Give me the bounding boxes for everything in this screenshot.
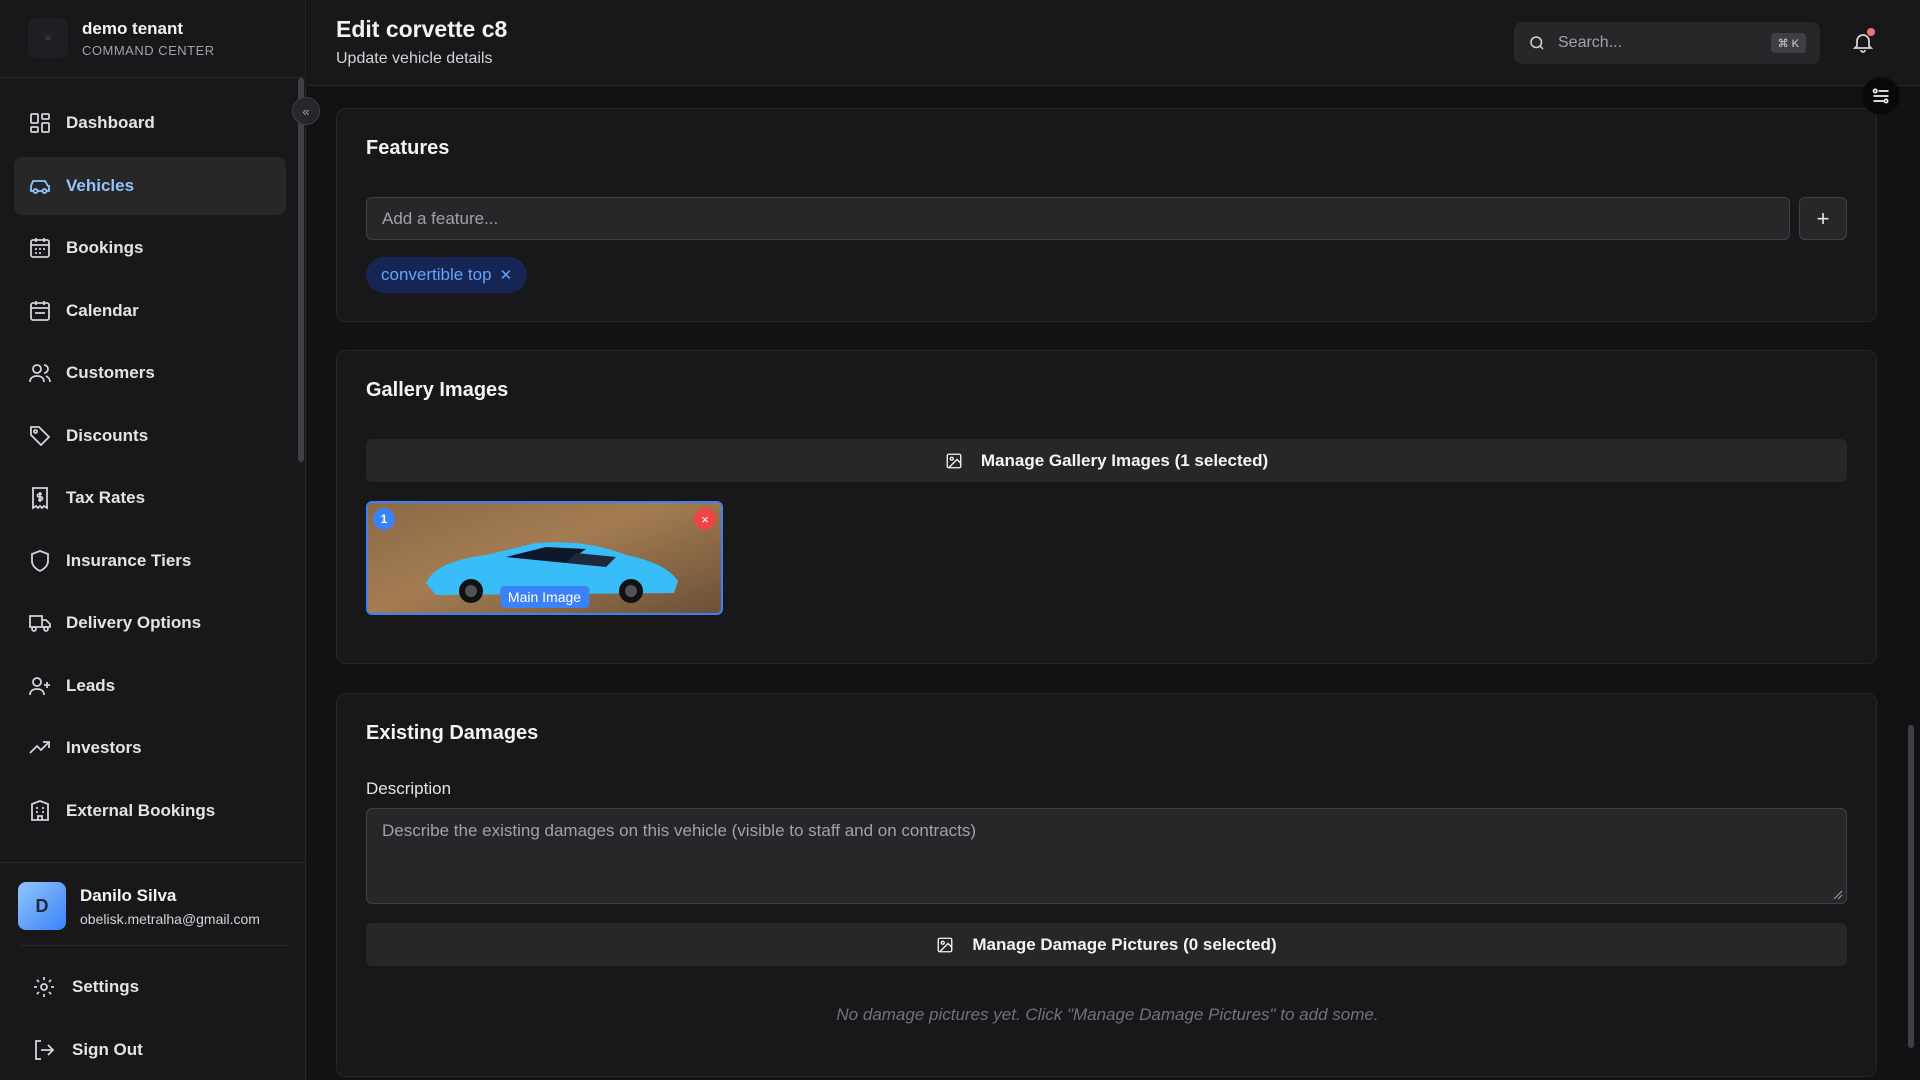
brand-logo: [28, 18, 68, 58]
sidebar-item-label: Tax Rates: [66, 488, 146, 507]
settings-label: Settings: [72, 977, 140, 996]
sidebar-item-discounts[interactable]: Discounts: [14, 407, 286, 465]
sidebar-item-insurance-tiers[interactable]: Insurance Tiers: [14, 532, 286, 590]
gallery-image[interactable]: 1 × Main Image: [366, 501, 723, 615]
remove-image-button[interactable]: ×: [694, 508, 716, 530]
image-icon: [946, 453, 962, 468]
calendar-grid-icon: [30, 238, 50, 258]
car-icon: [30, 179, 50, 194]
sidebar-item-label: External Bookings: [66, 800, 216, 820]
trending-up-icon: [29, 741, 50, 754]
divider: [0, 77, 306, 78]
collapse-sidebar-button[interactable]: «: [292, 97, 320, 125]
remove-tag-icon[interactable]: ✕: [500, 266, 513, 284]
resize-handle-icon[interactable]: [1833, 890, 1843, 900]
sidebar-item-investors[interactable]: Investors: [14, 719, 286, 777]
building-icon: [31, 799, 49, 821]
feature-tag: convertible top ✕: [366, 257, 528, 293]
avatar: D: [18, 882, 66, 930]
search-placeholder: Search...: [1558, 34, 1623, 51]
notification-badge: [1867, 28, 1875, 36]
sidebar-nav: Dashboard Vehicles Bookings Calendar Cus…: [14, 94, 286, 844]
sidebar-item-label: Dashboard: [66, 113, 155, 132]
sidebar-item-label: Customers: [66, 363, 155, 382]
gallery-title: Gallery Images: [366, 379, 509, 401]
manage-damage-pictures-button[interactable]: Manage Damage Pictures (0 selected): [366, 923, 1847, 966]
add-feature-button[interactable]: +: [1799, 197, 1847, 240]
feature-input[interactable]: Add a feature...: [366, 197, 1790, 240]
sidebar-item-delivery-options[interactable]: Delivery Options: [14, 594, 286, 652]
brand[interactable]: demo tenant COMMAND CENTER: [28, 18, 215, 58]
sidebar-item-label: Investors: [66, 738, 142, 757]
sidebar-item-label: Leads: [66, 675, 116, 695]
sidebar-item-external-bookings[interactable]: External Bookings: [14, 782, 286, 840]
manage-gallery-label: Manage Gallery Images (1 selected): [980, 450, 1269, 470]
user-profile[interactable]: D Danilo Silva obelisk.metralha@gmail.co…: [18, 882, 260, 930]
users-icon: [29, 364, 51, 383]
damage-description-placeholder: Describe the existing damages on this ve…: [382, 821, 977, 840]
page-title: Edit corvette c8: [336, 16, 508, 42]
sidebar-item-leads[interactable]: Leads: [14, 657, 286, 715]
user-name: Danilo Silva: [80, 885, 177, 905]
manage-gallery-button[interactable]: Manage Gallery Images (1 selected): [366, 439, 1847, 482]
sidebar-scrollbar[interactable]: [298, 78, 304, 462]
main-image-badge: Main Image: [499, 586, 590, 608]
sidebar-item-label: Bookings: [66, 238, 144, 257]
manage-damage-label: Manage Damage Pictures (0 selected): [972, 934, 1277, 954]
brand-name: demo tenant: [82, 18, 184, 38]
tag-icon: [30, 425, 51, 446]
page-subtitle: Update vehicle details: [336, 50, 493, 67]
sidebar-item-vehicles[interactable]: Vehicles: [14, 156, 286, 215]
sidebar-item-label: Insurance Tiers: [66, 550, 192, 570]
divider: [20, 945, 288, 946]
feature-input-placeholder: Add a feature...: [382, 208, 499, 228]
sidebar-item-customers[interactable]: Customers: [14, 344, 286, 402]
chevrons-left-icon: «: [302, 103, 310, 119]
damage-empty-state: No damage pictures yet. Click "Manage Da…: [836, 1005, 1379, 1024]
page-scrollbar[interactable]: [1908, 725, 1914, 1048]
gallery-card: Gallery Images Manage Gallery Images (1 …: [336, 350, 1877, 664]
damage-description-textarea[interactable]: Describe the existing damages on this ve…: [366, 808, 1847, 904]
search-input[interactable]: Search... ⌘ K: [1514, 22, 1820, 64]
divider: [0, 862, 306, 863]
image-icon: [937, 937, 953, 952]
sign-out-icon: [35, 1040, 55, 1060]
dashboard-icon: [30, 113, 50, 133]
description-label: Description: [366, 779, 452, 798]
truck-icon: [29, 615, 51, 632]
user-plus-icon: [29, 676, 50, 695]
sidebar-item-label: Calendar: [66, 300, 139, 320]
sidebar-item-label: Discounts: [66, 425, 149, 445]
damages-title: Existing Damages: [366, 722, 539, 744]
sidebar-item-label: Vehicles: [66, 175, 135, 195]
sidebar-item-calendar[interactable]: Calendar: [14, 282, 286, 340]
filter-toggle-button[interactable]: [1862, 77, 1900, 115]
shield-icon: [31, 549, 49, 572]
sidebar-item-label: Delivery Options: [66, 613, 202, 632]
brand-subtitle: COMMAND CENTER: [82, 42, 215, 58]
user-email: obelisk.metralha@gmail.com: [80, 910, 260, 927]
damages-card: Existing Damages Description Describe th…: [336, 693, 1877, 1077]
sidebar-item-bookings[interactable]: Bookings: [14, 219, 286, 277]
calendar-icon: [30, 300, 50, 321]
sign-out-button[interactable]: Sign Out: [32, 1038, 143, 1062]
image-order-badge: 1: [373, 508, 395, 530]
sidebar: demo tenant COMMAND CENTER Dashboard Veh…: [0, 0, 306, 1080]
settings-button[interactable]: Settings: [32, 975, 139, 999]
features-title: Features: [366, 137, 450, 159]
receipt-icon: [32, 487, 48, 510]
search-shortcut: ⌘ K: [1770, 33, 1806, 53]
features-card: Features Add a feature... + convertible …: [336, 108, 1877, 322]
sidebar-item-dashboard[interactable]: Dashboard: [14, 94, 286, 152]
sign-out-label: Sign Out: [72, 1040, 143, 1059]
search-icon: [1530, 36, 1544, 50]
sliders-icon: [1872, 88, 1889, 104]
page-header: Edit corvette c8 Update vehicle details …: [307, 0, 1920, 86]
sidebar-item-tax-rates[interactable]: Tax Rates: [14, 469, 286, 527]
plus-icon: +: [1816, 205, 1830, 231]
gear-icon: [34, 977, 54, 997]
feature-tag-label: convertible top: [381, 265, 492, 284]
